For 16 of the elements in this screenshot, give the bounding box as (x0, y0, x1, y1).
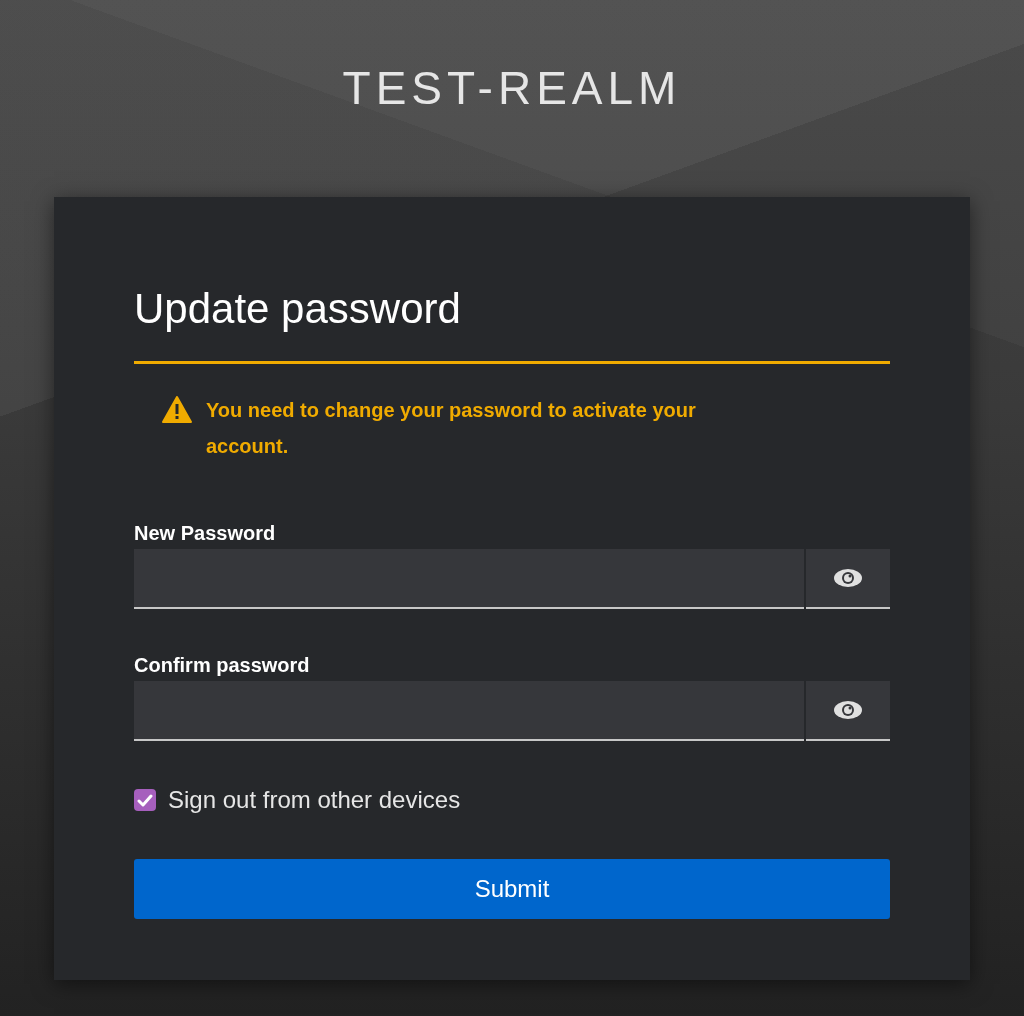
alert-message: You need to change your password to activate your account. (206, 398, 697, 459)
checkbox-label: Sign out from other devices (168, 785, 461, 815)
realm-title: TEST-REALM (342, 62, 682, 114)
eye-icon (833, 699, 863, 721)
eye-icon (833, 567, 863, 589)
submit-button[interactable]: Submit (134, 859, 890, 919)
show-password-button[interactable] (806, 681, 890, 741)
password-field[interactable] (134, 681, 804, 741)
page-title: Update password (134, 281, 890, 364)
field-label: New Password (134, 521, 276, 546)
password-field[interactable] (134, 549, 804, 609)
show-password-button[interactable] (806, 549, 890, 609)
warning-icon (162, 396, 192, 423)
field-label: Confirm password (134, 653, 310, 678)
check-icon (137, 793, 153, 807)
checkbox[interactable] (134, 789, 156, 811)
